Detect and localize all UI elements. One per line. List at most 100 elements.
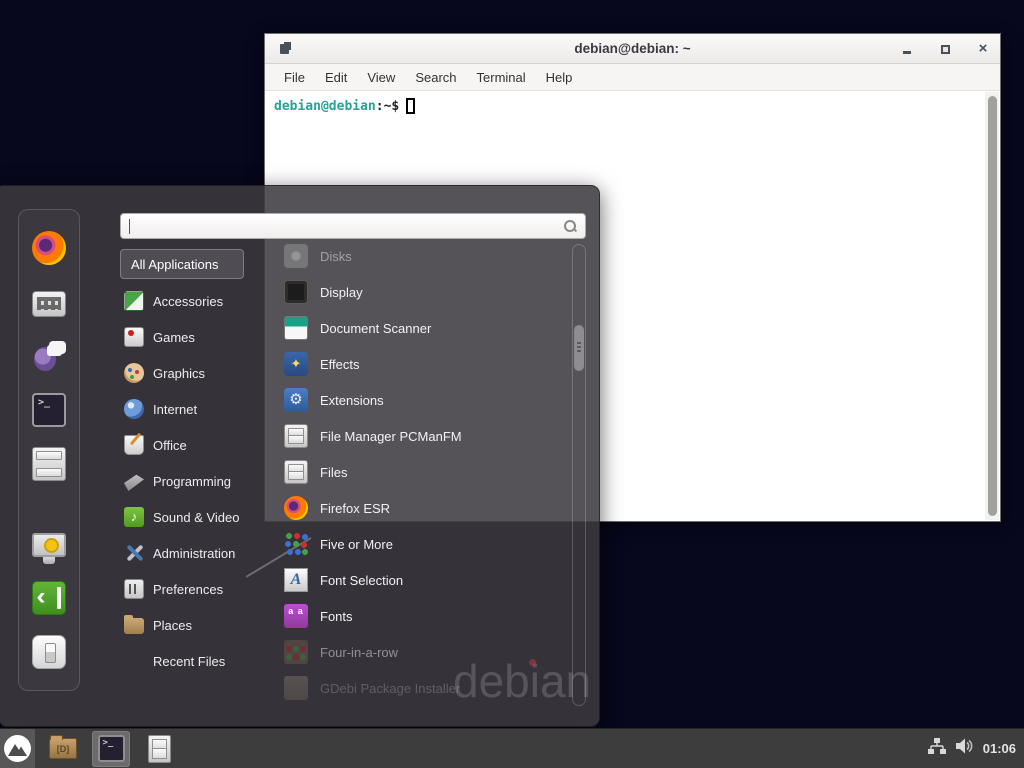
terminal-dark-icon [32, 393, 66, 427]
menubar-item[interactable]: View [357, 66, 405, 89]
session-logout[interactable] [31, 580, 67, 616]
search-icon [564, 220, 577, 233]
app-item-document-scanner[interactable]: Document Scanner [264, 310, 570, 346]
app-item-effects[interactable]: Effects [264, 346, 570, 382]
clock[interactable]: 01:06 [983, 741, 1016, 756]
disks-icon [284, 244, 308, 268]
cabinet-icon [32, 447, 66, 481]
prompt-suffix: :~$ [376, 99, 399, 114]
app-item-four-in-a-row[interactable]: Four-in-a-row [264, 634, 570, 670]
maximize-button[interactable] [938, 42, 952, 56]
menu-search-input[interactable] [132, 219, 564, 234]
shutdown-icon [32, 635, 66, 669]
category-item[interactable]: Internet [118, 391, 264, 427]
app-item-font-selection[interactable]: Font Selection [264, 562, 570, 598]
application-menu: debian All Applications Accessories Game… [0, 185, 600, 727]
task-button-files-window[interactable] [140, 731, 178, 767]
text-caret [129, 219, 130, 234]
favorite-pidgin[interactable] [31, 338, 67, 374]
office-icon [124, 435, 144, 455]
category-item[interactable]: Places [118, 607, 264, 643]
terminal-cursor [406, 98, 415, 114]
window-controls: × [900, 34, 990, 64]
application-list: Disks Display Document Scanner Effects E… [264, 238, 570, 708]
category-item[interactable]: Preferences [118, 571, 264, 607]
favorite-file-manager[interactable] [31, 446, 67, 482]
accessories-icon [124, 291, 144, 311]
minimize-button[interactable] [900, 42, 914, 56]
terminal-titlebar[interactable]: debian@debian: ~ × [265, 34, 1000, 64]
games-icon [124, 327, 144, 347]
category-item[interactable]: Administration [118, 535, 264, 571]
gdebi-icon [284, 676, 308, 700]
internet-icon [124, 399, 144, 419]
favorite-keyboard[interactable] [31, 284, 67, 320]
close-button[interactable]: × [976, 42, 990, 56]
sound-video-icon [124, 507, 144, 527]
app-item-files[interactable]: Files [264, 454, 570, 490]
app-item-file-manager-pcmanfm[interactable]: File Manager PCManFM [264, 418, 570, 454]
category-item[interactable]: Games [118, 319, 264, 355]
favorite-firefox[interactable] [31, 230, 67, 266]
volume-icon[interactable] [956, 738, 973, 759]
lock-screen-icon [32, 533, 66, 557]
pidgin-icon [32, 339, 66, 373]
firefox-icon [32, 231, 66, 265]
app-item-fonts[interactable]: Fonts [264, 598, 570, 634]
cabinet-icon [284, 424, 308, 448]
app-item-disks[interactable]: Disks [264, 238, 570, 274]
app-item-five-or-more[interactable]: Five or More [264, 526, 570, 562]
prompt-user-host: debian@debian [274, 99, 376, 114]
firefox-icon [284, 496, 308, 520]
category-item[interactable]: Sound & Video [118, 499, 264, 535]
menu-search-box[interactable] [120, 213, 586, 239]
terminal-title: debian@debian: ~ [265, 41, 1000, 56]
taskbar: 01:06 [0, 728, 1024, 768]
app-item-extensions[interactable]: Extensions [264, 382, 570, 418]
category-list: Accessories Games Graphics Internet Offi… [118, 283, 264, 679]
category-item[interactable]: Graphics [118, 355, 264, 391]
scanner-icon [284, 316, 308, 340]
effects-icon [284, 352, 308, 376]
menu-scrollbar-thumb[interactable] [574, 325, 584, 371]
category-item[interactable]: Programming [118, 463, 264, 499]
window-list [44, 731, 178, 767]
preferences-icon [124, 579, 144, 599]
menubar-item[interactable]: Help [536, 66, 583, 89]
network-icon[interactable] [928, 738, 946, 759]
menu-button[interactable] [0, 729, 35, 768]
menubar-item[interactable]: File [274, 66, 315, 89]
menubar-item[interactable]: Edit [315, 66, 357, 89]
favorite-terminal[interactable] [31, 392, 67, 428]
app-item-display[interactable]: Display [264, 274, 570, 310]
extensions-icon [284, 388, 308, 412]
terminal-scrollbar-thumb[interactable] [988, 96, 997, 516]
category-item[interactable]: Accessories [118, 283, 264, 319]
terminal-icon [98, 735, 125, 762]
task-button-file-manager-window[interactable] [44, 731, 82, 767]
category-item[interactable]: Office [118, 427, 264, 463]
graphics-icon [124, 363, 144, 383]
terminal-menubar: FileEditViewSearchTerminalHelp [265, 64, 1000, 91]
menubar-item[interactable]: Terminal [467, 66, 536, 89]
system-tray: 01:06 [928, 738, 1024, 759]
cabinet-icon [148, 735, 171, 763]
session-shutdown[interactable] [31, 634, 67, 670]
terminal-scrollbar[interactable] [985, 92, 999, 520]
administration-icon [124, 543, 144, 563]
folder-d-icon [49, 738, 77, 759]
all-applications-button[interactable]: All Applications [120, 249, 244, 279]
session-lock-screen[interactable] [31, 526, 67, 562]
menu-scrollbar[interactable] [572, 244, 586, 706]
menubar-item[interactable]: Search [405, 66, 466, 89]
category-item[interactable]: Recent Files [118, 643, 264, 679]
app-item-gdebi-package-installer[interactable]: GDebi Package Installer [264, 670, 570, 706]
menu-logo-icon [4, 735, 31, 762]
task-button-terminal-window[interactable] [92, 731, 130, 767]
places-icon [124, 618, 144, 634]
keyboard-icon [32, 291, 66, 317]
font-selection-icon [284, 568, 308, 592]
favorites-column [18, 209, 80, 691]
app-item-firefox-esr[interactable]: Firefox ESR [264, 490, 570, 526]
display-icon [284, 280, 308, 304]
